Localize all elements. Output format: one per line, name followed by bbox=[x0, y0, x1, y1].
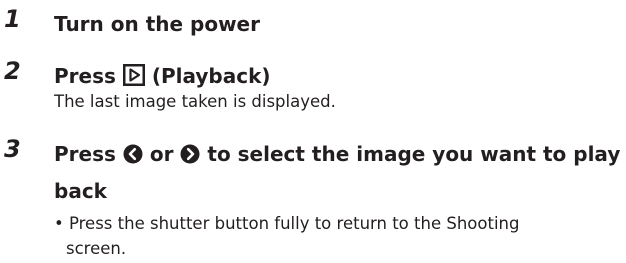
step-title-part3: to select the image you want to play bbox=[207, 142, 621, 166]
step-title-part2: or bbox=[149, 142, 174, 166]
step-number: 3 bbox=[4, 135, 21, 163]
step-number: 2 bbox=[4, 57, 21, 85]
step-title-line2: back bbox=[54, 179, 107, 203]
step-title: Turn on the power bbox=[54, 12, 260, 36]
right-arrow-button-icon bbox=[180, 140, 200, 174]
step-number: 1 bbox=[4, 5, 21, 33]
step-description: The last image taken is displayed. bbox=[54, 92, 336, 111]
step-title: Press or to select the image you want to… bbox=[54, 137, 620, 208]
step-bullet-continuation: screen. bbox=[66, 239, 127, 258]
step-title-prefix: Press bbox=[54, 64, 116, 88]
left-arrow-button-icon bbox=[123, 140, 143, 174]
step-bullet: • Press the shutter button fully to retu… bbox=[54, 214, 520, 233]
step-title-suffix: (Playback) bbox=[151, 64, 271, 88]
step-title-part1: Press bbox=[54, 142, 116, 166]
